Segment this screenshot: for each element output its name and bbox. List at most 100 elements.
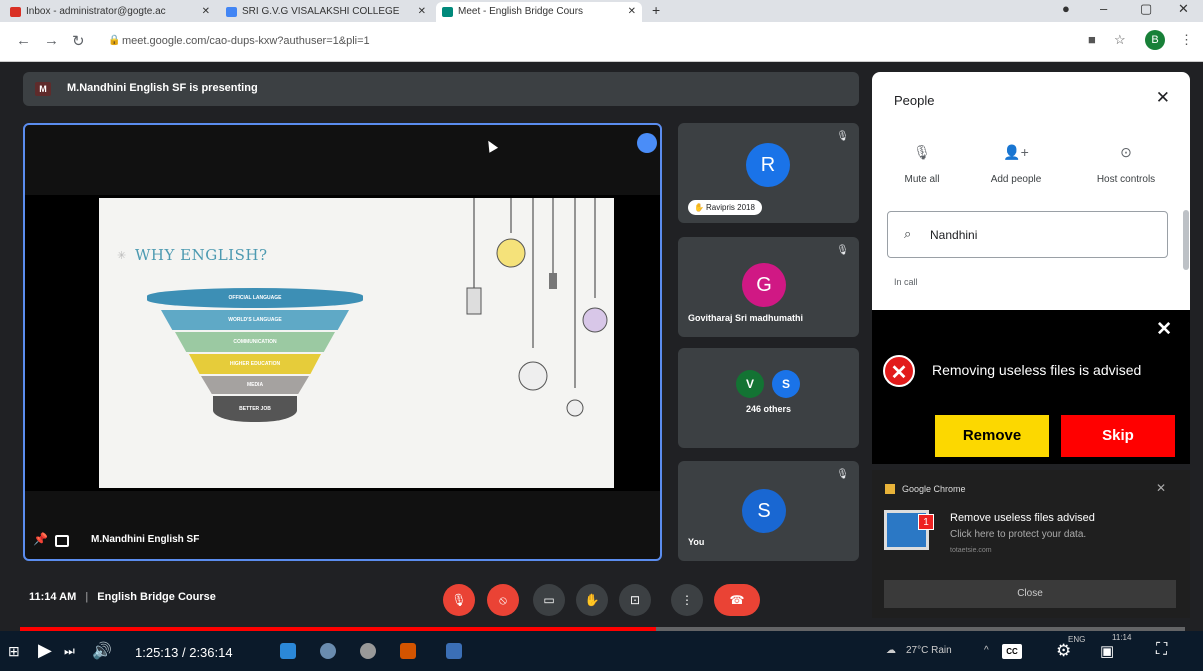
maximize-icon[interactable]: ▢ xyxy=(1140,1,1152,17)
play-button[interactable]: ▶ xyxy=(38,640,52,661)
chrome-notification[interactable]: Google Chrome ✕ 1 Remove useless files a… xyxy=(872,470,1190,618)
settings-gear-icon[interactable]: ⚙ xyxy=(1056,641,1071,661)
avatar: G xyxy=(742,263,786,307)
address-bar-row: ← → ↻ 🔒 meet.google.com/cao-dups-kxw?aut… xyxy=(0,22,1203,62)
presenting-text: M.Nandhini English SF is presenting xyxy=(67,82,258,94)
add-person-icon: 👤+ xyxy=(1003,144,1029,160)
meeting-info: 11:14 AM | English Bridge Course xyxy=(29,591,216,603)
remove-button[interactable]: Remove xyxy=(935,415,1049,457)
weather-icon: ☁ xyxy=(886,645,896,656)
tab-meet[interactable]: Meet - English Bridge Cours ✕ xyxy=(436,2,642,22)
meet-icon xyxy=(442,7,453,17)
close-tab-icon[interactable]: ✕ xyxy=(418,6,426,17)
menu-dots-icon[interactable]: ⋮ xyxy=(1180,32,1193,48)
avatar: R xyxy=(746,143,790,187)
reload-icon[interactable]: ↻ xyxy=(72,32,85,50)
people-panel: People ✕ 🎙 Mute all 👤+ Add people ⊙ Host… xyxy=(872,72,1190,312)
tab-college[interactable]: SRI G.V.G VISALAKSHI COLLEGE ✕ xyxy=(220,2,432,22)
popup-close-icon[interactable]: ✕ xyxy=(1156,318,1172,341)
captions-button[interactable]: ▭ xyxy=(533,584,565,616)
close-window-icon[interactable]: ✕ xyxy=(1178,1,1189,17)
action-label: Mute all xyxy=(904,174,940,185)
browser-tabstrip: Inbox - administrator@gogte.ac ✕ SRI G.V… xyxy=(0,0,1203,22)
taskbar-app-icon[interactable] xyxy=(320,643,336,659)
toggle-icon: ⊙ xyxy=(1120,144,1132,160)
participant-tile-others[interactable]: V S 246 others xyxy=(678,348,859,448)
participant-name: You xyxy=(688,537,705,547)
site-icon xyxy=(226,7,237,17)
participant-name: Ravipris 2018 xyxy=(706,203,755,212)
present-button[interactable]: ⊡ xyxy=(619,584,651,616)
participant-tile[interactable]: 🎙 G Govitharaj Sri madhumathi xyxy=(678,237,859,337)
fullscreen-icon[interactable]: ⛶ xyxy=(1156,641,1167,659)
new-tab-button[interactable]: + xyxy=(652,2,660,18)
popup-message: Removing useless files is advised xyxy=(932,362,1142,378)
add-people-button[interactable]: 👤+ Add people xyxy=(966,144,1066,187)
close-panel-icon[interactable]: ✕ xyxy=(1156,88,1170,108)
taskbar-app-icon[interactable] xyxy=(280,643,296,659)
mic-off-icon: 🎙 xyxy=(913,144,931,160)
back-icon[interactable]: ← xyxy=(16,32,31,49)
mic-toggle-button[interactable]: 🎙 xyxy=(443,584,475,616)
end-call-button[interactable]: ☎ xyxy=(714,584,760,616)
account-icon[interactable]: ● xyxy=(1062,1,1070,16)
funnel-level: WORLD'S LANGUAGE xyxy=(161,310,349,330)
presentation-tile[interactable]: ✳ WHY ENGLISH? OFFICIAL LANGUAGE WORLD'S… xyxy=(23,123,662,561)
volume-icon[interactable]: 🔊 xyxy=(92,641,112,661)
presenting-banner: M M.Nandhini English SF is presenting xyxy=(23,72,859,106)
bookmark-star-icon[interactable]: ☆ xyxy=(1114,32,1126,48)
close-tab-icon[interactable]: ✕ xyxy=(628,6,636,17)
search-people-input[interactable]: ⌕ Nandhini xyxy=(887,211,1168,258)
tab-inbox[interactable]: Inbox - administrator@gogte.ac ✕ xyxy=(4,2,216,22)
search-value: Nandhini xyxy=(930,228,978,242)
host-controls-button[interactable]: ⊙ Host controls xyxy=(1076,144,1176,187)
lock-icon: 🔒 xyxy=(108,35,121,46)
slide-title: WHY ENGLISH? xyxy=(135,246,268,264)
taskbar-app-icon[interactable] xyxy=(400,643,416,659)
taskbar-chrome-icon[interactable] xyxy=(360,643,376,659)
captions-toggle-button[interactable]: CC xyxy=(1002,644,1022,659)
mic-off-icon: 🎙 xyxy=(836,131,849,142)
minimize-icon[interactable]: – xyxy=(1100,1,1107,16)
mute-all-button[interactable]: 🎙 Mute all xyxy=(872,144,972,187)
present-screen-icon xyxy=(55,535,69,547)
url-field[interactable]: 🔒 meet.google.com/cao-dups-kxw?authuser=… xyxy=(100,29,1080,53)
sparkle-icon: ✳ xyxy=(117,250,127,262)
others-count: 246 others xyxy=(745,404,792,414)
meeting-time: 11:14 AM xyxy=(29,591,77,603)
close-tab-icon[interactable]: ✕ xyxy=(202,6,210,17)
notification-body: Click here to protect your data. xyxy=(950,529,1087,540)
panel-scrollbar[interactable] xyxy=(1183,210,1189,270)
mic-off-icon: 🎙 xyxy=(836,245,849,256)
notification-close-icon[interactable]: ✕ xyxy=(1156,481,1166,495)
avatar: S xyxy=(742,489,786,533)
meeting-name: English Bridge Course xyxy=(97,591,216,603)
pin-icon[interactable]: 📌 xyxy=(33,532,48,546)
funnel-level: MEDIA xyxy=(201,376,309,394)
panel-title: People xyxy=(894,93,935,108)
camera-toggle-button[interactable]: ⦸ xyxy=(487,584,519,616)
participant-tile[interactable]: 🎙 R ✋ Ravipris 2018 xyxy=(678,123,859,223)
taskbar-app-icon[interactable] xyxy=(446,643,462,659)
participant-name: Govitharaj Sri madhumathi xyxy=(688,313,804,323)
raise-hand-button[interactable]: ✋ xyxy=(576,584,608,616)
tab-label: SRI G.V.G VISALAKSHI COLLEGE xyxy=(242,6,400,17)
tab-label: Meet - English Bridge Cours xyxy=(458,6,584,17)
adware-popup: ✕ ✕ Removing useless files is advised Re… xyxy=(872,310,1190,464)
skip-button[interactable]: Skip xyxy=(1061,415,1175,457)
camera-icon[interactable]: ■ xyxy=(1088,32,1096,47)
self-tile[interactable]: 🎙 S You xyxy=(678,461,859,561)
more-options-button[interactable]: ⋮ xyxy=(671,584,703,616)
funnel-level: OFFICIAL LANGUAGE xyxy=(147,288,363,308)
miniplayer-icon[interactable]: ▣ xyxy=(1100,642,1114,660)
next-button[interactable]: ⏭ xyxy=(64,644,75,659)
video-time: 1:25:13 / 2:36:14 xyxy=(135,645,233,660)
tray-expand-icon[interactable]: ^ xyxy=(984,645,989,656)
notification-source: Google Chrome xyxy=(902,484,966,494)
notification-close-button[interactable]: Close xyxy=(884,580,1176,608)
windows-start-icon[interactable]: ⊞ xyxy=(8,643,20,660)
funnel-level: COMMUNICATION xyxy=(175,332,335,352)
profile-avatar[interactable]: B xyxy=(1145,30,1165,50)
presenter-avatar: M xyxy=(35,82,51,96)
forward-icon[interactable]: → xyxy=(44,32,59,49)
